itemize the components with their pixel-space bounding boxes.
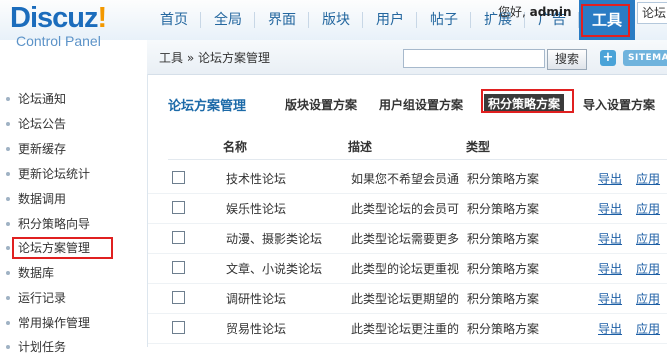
sidebar-active-highlight <box>12 237 113 259</box>
table-row: 贸易性论坛 此类型论坛更注重的 积分策略方案 导出 应用 <box>148 313 667 344</box>
sidebar-item-common-ops[interactable]: 常用操作管理 <box>0 311 90 335</box>
tab-forum-settings[interactable]: 版块设置方案 <box>285 96 357 113</box>
sidebar-item-announcements[interactable]: 论坛公告 <box>0 112 66 136</box>
sidebar-item-data-call[interactable]: 数据调用 <box>0 187 66 211</box>
scheme-name: 贸易性论坛 <box>226 322 287 336</box>
scheme-description: 此类型论坛更期望的 <box>351 292 459 306</box>
apply-link[interactable]: 应用 <box>636 230 660 247</box>
scheme-description: 此类型论坛的会员可 <box>351 202 459 216</box>
bullet-icon <box>6 271 10 275</box>
bullet-icon <box>6 345 10 349</box>
bullet-icon <box>6 222 10 226</box>
sidebar-item-credit-wizard[interactable]: 积分策略向导 <box>0 212 90 236</box>
sidebar-item-scheduled-tasks[interactable]: 计划任务 <box>0 335 66 359</box>
nav-users[interactable]: 用户 <box>363 0 417 40</box>
row-checkbox[interactable] <box>172 201 185 214</box>
top-search-field[interactable]: 论坛 <box>637 2 667 24</box>
table-row: 动漫、摄影类论坛 此类型论坛需要更多 积分策略方案 导出 应用 <box>148 223 667 254</box>
export-link[interactable]: 导出 <box>598 200 622 217</box>
table-row: 调研性论坛 此类型论坛更期望的 积分策略方案 导出 应用 <box>148 283 667 314</box>
bullet-icon <box>6 97 10 101</box>
apply-link[interactable]: 应用 <box>636 320 660 337</box>
sidebar-item-logs[interactable]: 运行记录 <box>0 286 66 310</box>
column-header-description: 描述 <box>348 140 373 154</box>
export-link[interactable]: 导出 <box>598 320 622 337</box>
username: admin <box>529 5 572 19</box>
add-shortcut-button[interactable]: + <box>600 50 616 66</box>
table-row: 文章、小说类论坛 此类型的论坛更重视 积分策略方案 导出 应用 <box>148 253 667 284</box>
table-row: 娱乐性论坛 此类型论坛的会员可 积分策略方案 导出 应用 <box>148 193 667 224</box>
main-panel: 论坛方案管理 版块设置方案 用户组设置方案 积分策略方案 导入设置方案 名称 描… <box>148 75 667 347</box>
row-checkbox[interactable] <box>172 171 185 184</box>
row-checkbox[interactable] <box>172 321 185 334</box>
scheme-description: 如果您不希望会员通 <box>351 172 459 186</box>
export-link[interactable]: 导出 <box>598 230 622 247</box>
scheme-type: 积分策略方案 <box>467 292 540 306</box>
scheme-name: 动漫、摄影类论坛 <box>226 232 323 246</box>
apply-link[interactable]: 应用 <box>636 260 660 277</box>
scheme-type: 积分策略方案 <box>467 172 540 186</box>
export-link[interactable]: 导出 <box>598 170 622 187</box>
sidebar-item-forum-notice[interactable]: 论坛通知 <box>0 87 66 111</box>
page-title: 论坛方案管理 <box>168 99 247 114</box>
scheme-type: 积分策略方案 <box>467 262 540 276</box>
scheme-type: 积分策略方案 <box>467 202 540 216</box>
breadcrumb-bar: 工具 » 论坛方案管理 搜索 + SITEMAP <box>147 40 667 75</box>
sidebar-item-update-stats[interactable]: 更新论坛统计 <box>0 162 90 186</box>
bullet-icon <box>6 172 10 176</box>
apply-link[interactable]: 应用 <box>636 170 660 187</box>
search-button[interactable]: 搜索 <box>547 49 587 70</box>
bullet-icon <box>6 122 10 126</box>
nav-forums[interactable]: 版块 <box>309 0 363 40</box>
nav-threads[interactable]: 帖子 <box>417 0 471 40</box>
scheme-name: 娱乐性论坛 <box>226 202 287 216</box>
breadcrumb: 工具 » 论坛方案管理 <box>159 51 270 65</box>
bullet-icon <box>6 246 10 250</box>
sidebar: 论坛通知 论坛公告 更新缓存 更新论坛统计 数据调用 积分策略向导 论坛方案管理… <box>0 74 148 354</box>
search-input[interactable] <box>403 49 545 68</box>
logo-subtitle: Control Panel <box>16 33 101 49</box>
row-checkbox[interactable] <box>172 261 185 274</box>
nav-tools-highlight <box>581 4 630 37</box>
sidebar-item-update-cache[interactable]: 更新缓存 <box>0 137 66 161</box>
bullet-icon <box>6 147 10 151</box>
tab-active-highlight <box>481 89 574 113</box>
row-checkbox[interactable] <box>172 231 185 244</box>
table-row: 技术性论坛 如果您不希望会员通 积分策略方案 导出 应用 <box>148 163 667 194</box>
bullet-icon <box>6 296 10 300</box>
tab-usergroup-settings[interactable]: 用户组设置方案 <box>379 96 463 113</box>
apply-link[interactable]: 应用 <box>636 200 660 217</box>
sidebar-item-database[interactable]: 数据库 <box>0 261 54 285</box>
scheme-type: 积分策略方案 <box>467 232 540 246</box>
column-header-name: 名称 <box>223 140 248 154</box>
header: Discuz! Control Panel 首页 全局 界面 版块 用户 帖子 … <box>0 0 667 49</box>
nav-interface[interactable]: 界面 <box>255 0 309 40</box>
user-greeting: 您好, admin <box>498 5 572 19</box>
row-checkbox[interactable] <box>172 291 185 304</box>
sitemap-button[interactable]: SITEMAP <box>623 50 667 66</box>
nav-home[interactable]: 首页 <box>147 0 201 40</box>
logo-text: Discuz! <box>10 2 107 34</box>
bullet-icon <box>6 321 10 325</box>
scheme-type: 积分策略方案 <box>467 322 540 336</box>
scheme-description: 此类型论坛更注重的 <box>351 322 459 336</box>
discuz-logo: Discuz! Control Panel <box>10 2 140 49</box>
nav-global[interactable]: 全局 <box>201 0 255 40</box>
scheme-name: 调研性论坛 <box>226 292 287 306</box>
column-header-type: 类型 <box>466 140 491 154</box>
export-link[interactable]: 导出 <box>598 290 622 307</box>
apply-link[interactable]: 应用 <box>636 290 660 307</box>
scheme-name: 文章、小说类论坛 <box>226 262 323 276</box>
bullet-icon <box>6 197 10 201</box>
scheme-description: 此类型的论坛更重视 <box>351 262 459 276</box>
scheme-description: 此类型论坛需要更多 <box>351 232 459 246</box>
tab-import-settings[interactable]: 导入设置方案 <box>583 96 655 113</box>
export-link[interactable]: 导出 <box>598 260 622 277</box>
scheme-name: 技术性论坛 <box>226 172 287 186</box>
header-divider <box>168 159 667 160</box>
